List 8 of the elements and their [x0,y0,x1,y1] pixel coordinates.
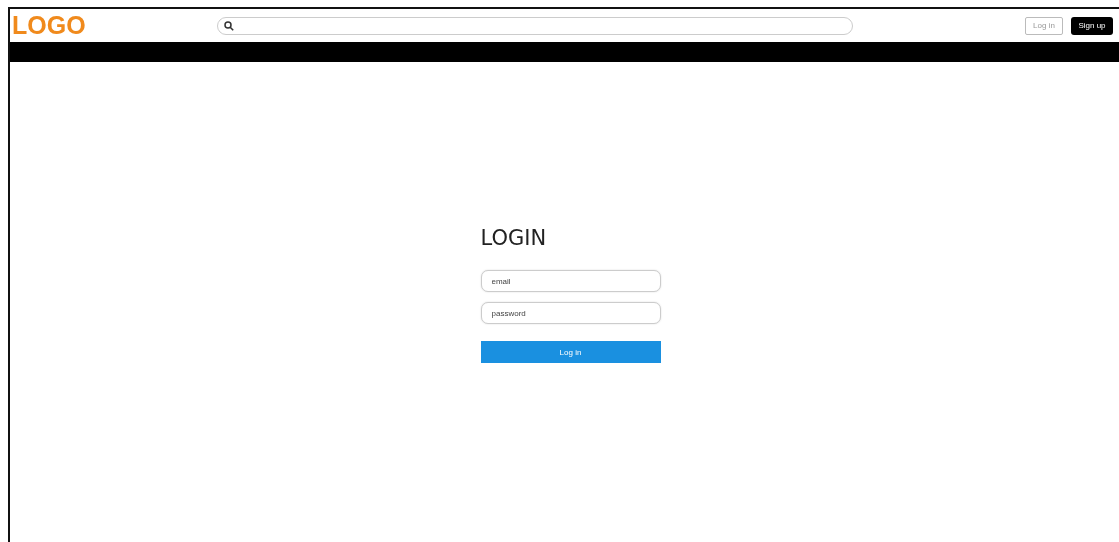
search-icon [224,20,234,31]
login-title: LOGIN [480,226,548,250]
login-button[interactable]: Log in [1025,16,1063,35]
input-field[interactable]: email [480,270,661,292]
signup-button[interactable]: Sign up [1071,16,1113,35]
logo: LOGO [12,11,87,40]
input-field[interactable]: password [480,302,661,324]
login-submit-button[interactable]: Log in [480,341,661,363]
